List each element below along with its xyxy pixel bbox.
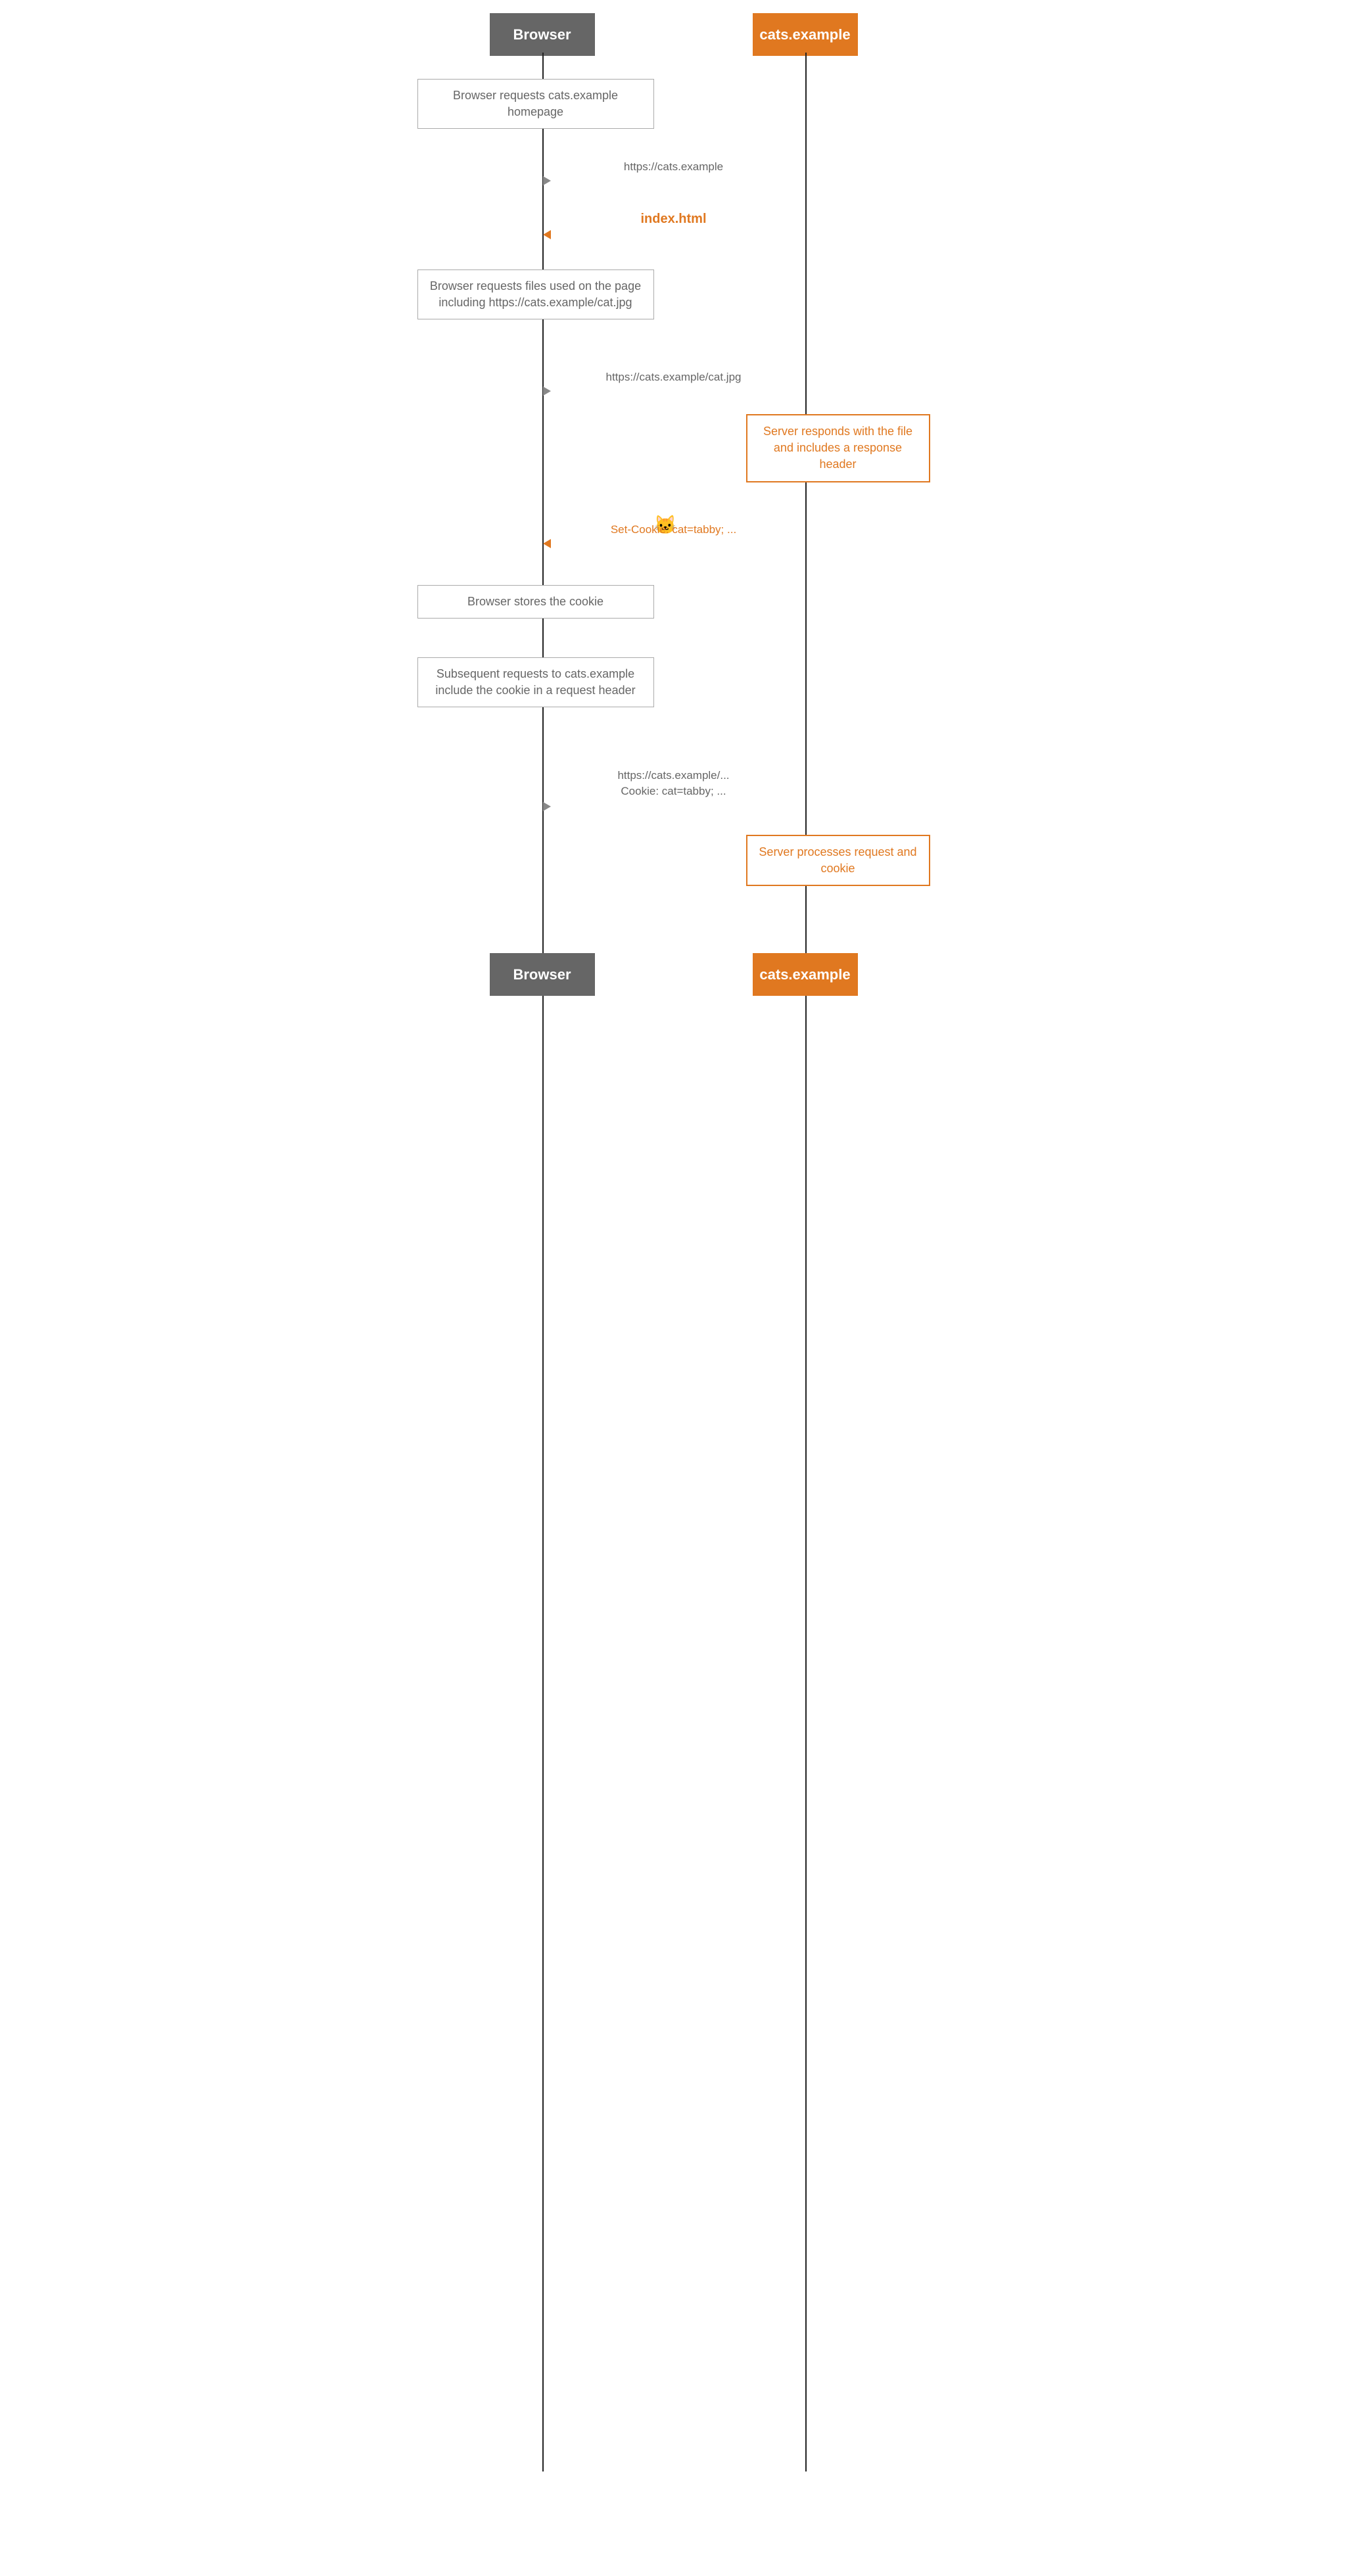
note-server-responds: Server responds with the file and includ… — [746, 414, 930, 482]
arrow1-head — [543, 176, 551, 185]
note-browser-request-files: Browser requests files used on the page … — [417, 269, 654, 319]
note-browser-request-homepage: Browser requests cats.example homepage — [417, 79, 654, 129]
arrow5-label1: https://cats.example/... — [543, 769, 805, 782]
note-browser-stores-cookie: Browser stores the cookie — [417, 585, 654, 619]
arrow5-head — [543, 802, 551, 811]
arrow3 — [543, 386, 551, 396]
actor-browser-top: Browser — [490, 13, 595, 56]
arrow2-head — [543, 230, 551, 239]
note-server-processes: Server processes request and cookie — [746, 835, 930, 886]
arrow2-label: index.html — [543, 212, 805, 227]
arrow3-label: https://cats.example/cat.jpg — [543, 371, 805, 384]
arrow4-label: Set-Cookie: cat=tabby; ... — [543, 523, 805, 536]
arrow5 — [543, 802, 551, 811]
arrow1-label: https://cats.example — [543, 160, 805, 174]
actor-server-bottom: cats.example — [753, 953, 858, 996]
arrow5-label2: Cookie: cat=tabby; ... — [543, 785, 805, 798]
arrow2 — [543, 230, 551, 239]
arrow4-head — [543, 539, 551, 548]
arrow4 — [543, 539, 551, 548]
arrow1 — [543, 176, 551, 185]
sequence-diagram: Browser cats.example Browser requests ca… — [411, 13, 937, 2511]
note-subsequent-requests: Subsequent requests to cats.example incl… — [417, 657, 654, 707]
actor-server-top: cats.example — [753, 13, 858, 56]
arrow5-labels: https://cats.example/... Cookie: cat=tab… — [543, 769, 805, 795]
actor-browser-bottom: Browser — [490, 953, 595, 996]
arrow3-head — [543, 386, 551, 396]
lifeline-browser — [542, 53, 544, 2471]
